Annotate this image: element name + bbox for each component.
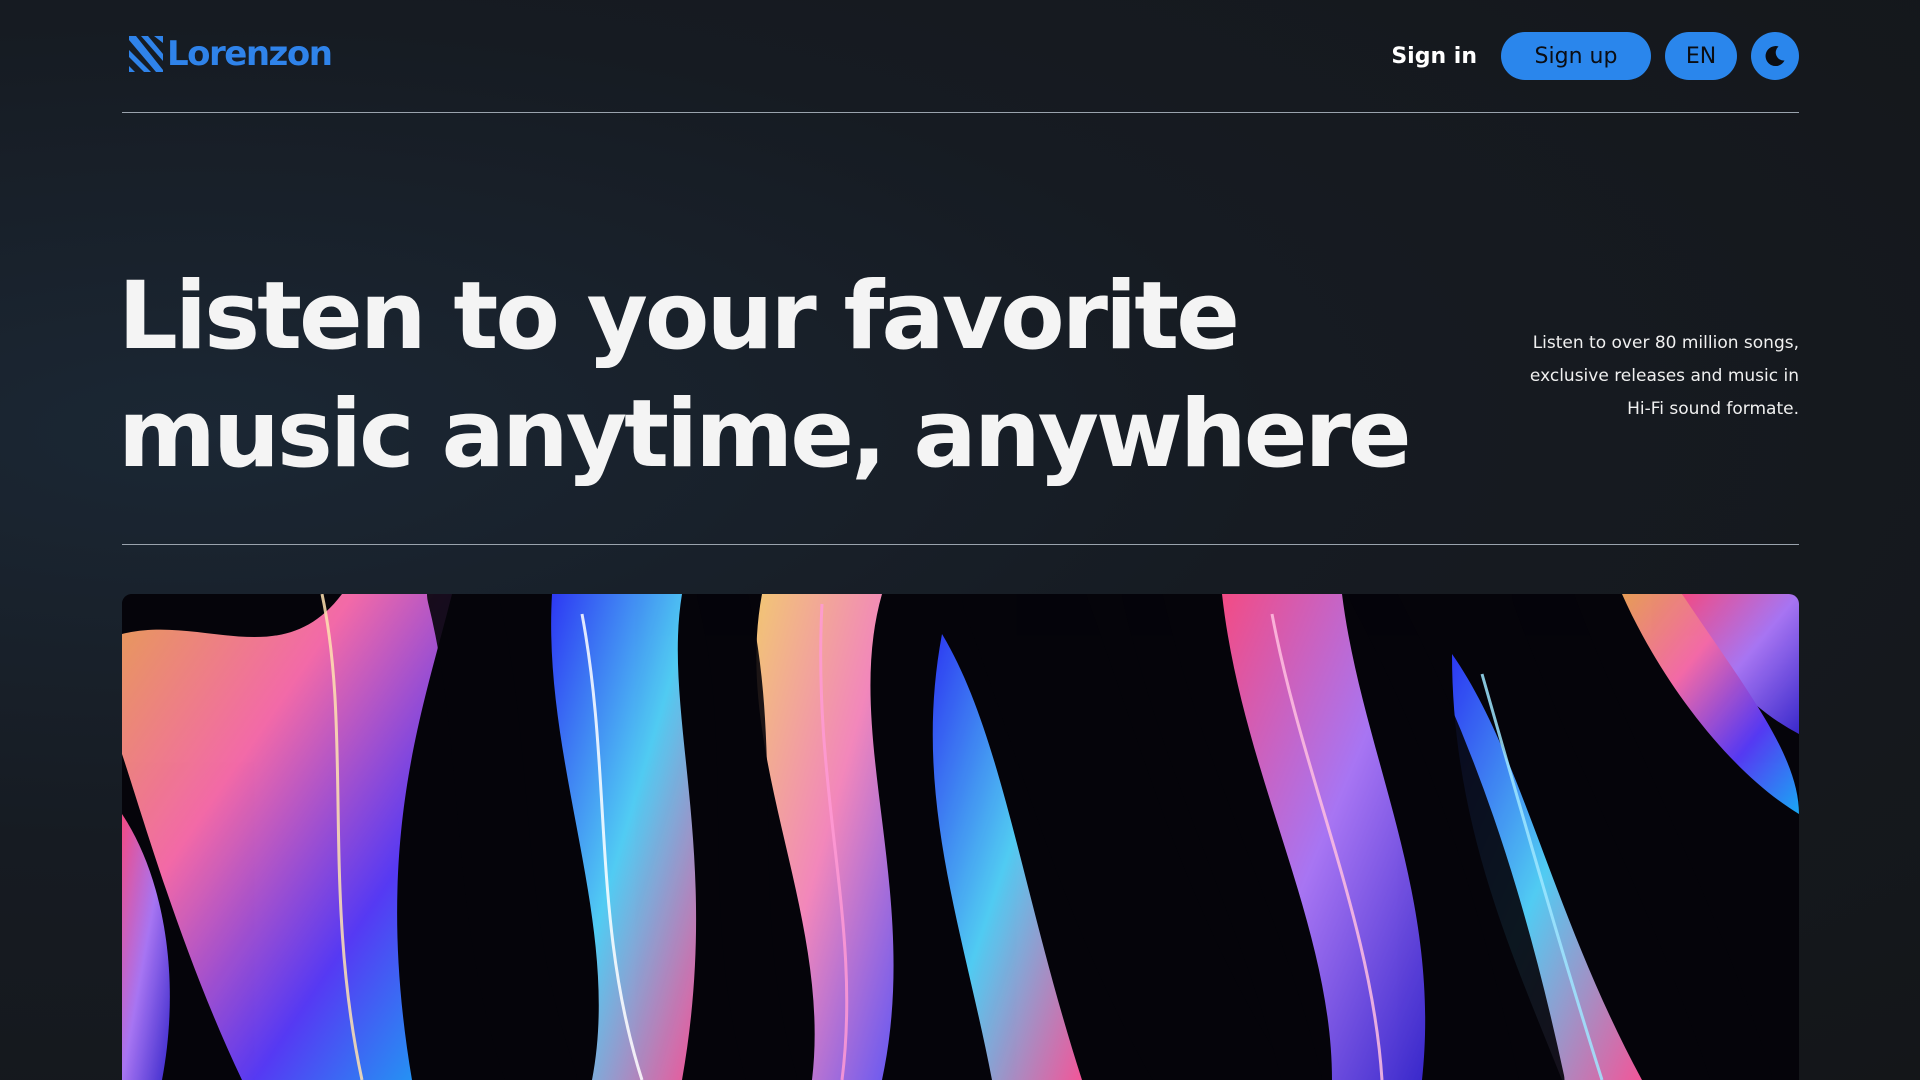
abstract-fluid-art-image (122, 594, 1799, 1080)
theme-toggle-button[interactable] (1751, 32, 1799, 80)
hero-subtitle: Listen to over 80 million songs, exclusi… (1529, 333, 1799, 419)
site-header: Lorenzon Sign in Sign up EN (122, 0, 1799, 113)
sign-up-button[interactable]: Sign up (1501, 32, 1651, 80)
brand-name: Lorenzon (167, 34, 333, 74)
moon-icon (1765, 46, 1785, 67)
sign-in-link[interactable]: Sign in (1391, 44, 1477, 69)
language-button[interactable]: EN (1665, 32, 1737, 80)
hero-title: Listen to your favorite music anytime, a… (118, 262, 1412, 489)
logo[interactable]: Lorenzon (127, 34, 333, 74)
section-divider (122, 544, 1799, 545)
header-nav: Sign in Sign up EN (1391, 32, 1799, 80)
lorenzon-logo-icon (129, 36, 163, 72)
